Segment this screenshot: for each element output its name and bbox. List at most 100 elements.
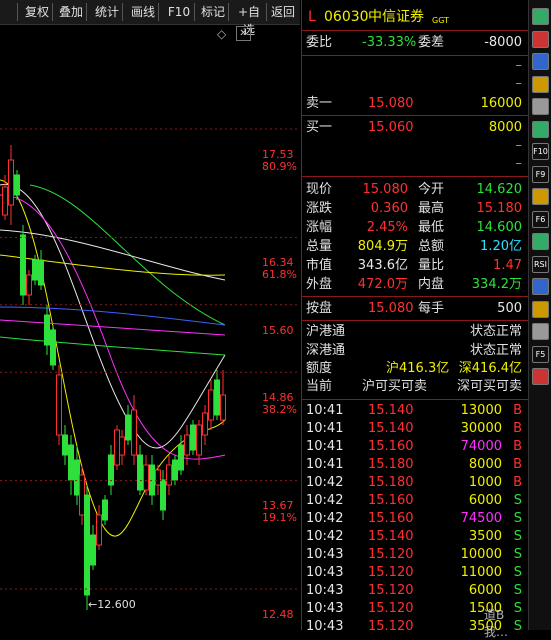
diamond-icon[interactable]: ◇ <box>217 27 226 41</box>
list-icon[interactable] <box>532 30 549 48</box>
low-price-annotation: ←12.600 <box>88 598 136 611</box>
candle-body <box>131 409 137 456</box>
candle-body <box>2 186 8 216</box>
lot-price-value: 15.080 <box>368 301 414 316</box>
chart-toolbar: 复权 叠加 统计 画线 F10 标记 +自选 返回 <box>0 0 300 37</box>
info-icon[interactable] <box>532 233 549 250</box>
bar-chart-icon[interactable] <box>532 120 549 138</box>
quote-value: 1.20亿 <box>480 239 522 254</box>
restore-rights-button[interactable]: 复权 <box>22 3 53 21</box>
candle-body <box>90 534 96 566</box>
pen-icon[interactable] <box>532 323 549 340</box>
tick-price: 15.120 <box>368 547 414 562</box>
candle-body <box>50 329 56 366</box>
add-watchlist-button[interactable]: +自选 <box>232 3 267 37</box>
candle-body <box>68 444 74 481</box>
quote-value: 804.9万 <box>357 239 408 254</box>
tick-time: 10:42 <box>306 511 344 526</box>
candle-body <box>166 464 172 486</box>
ask-label: 卖一 <box>306 96 333 111</box>
connect-status: 状态正常 <box>469 343 522 358</box>
quote-label: 外盘 <box>306 277 333 292</box>
back-button[interactable]: 返回 <box>268 3 298 21</box>
tick-time: 10:42 <box>306 475 344 490</box>
tick-time: 10:43 <box>306 601 344 616</box>
statistics-button[interactable]: 统计 <box>92 3 123 21</box>
watermark: 道B我… <box>484 608 509 639</box>
close-icon[interactable]: ✕ <box>236 26 251 41</box>
quote-label: 量比 <box>418 258 445 273</box>
f10-button[interactable]: F10 <box>164 3 195 21</box>
candle-body <box>220 394 226 421</box>
draw-line-button[interactable]: 画线 <box>128 3 159 21</box>
tick-price: 15.140 <box>368 529 414 544</box>
candle-body <box>160 479 166 511</box>
tradable-sh: 沪可买可卖 <box>362 379 428 394</box>
candle-body <box>102 499 108 521</box>
tick-time: 10:41 <box>306 403 344 418</box>
ma-line <box>0 336 226 356</box>
tradable-row: 当前 沪可买可卖 深可买可卖 <box>306 378 526 396</box>
tick-time: 10:41 <box>306 439 344 454</box>
tick-row: 10:43 15.120 10000 S <box>306 546 526 564</box>
tick-row: 10:42 15.140 3500 S <box>306 528 526 546</box>
quote-value: 14.600 <box>476 220 523 235</box>
candle-body <box>74 459 80 496</box>
quote-value: 1.47 <box>493 258 522 273</box>
f5-icon[interactable]: F5 <box>532 345 549 363</box>
crossed-icon[interactable] <box>532 278 549 295</box>
tick-row: 10:41 15.140 30000 B <box>306 420 526 438</box>
candle-body <box>38 259 44 286</box>
mark-button[interactable]: 标记 <box>198 3 229 21</box>
candle-body <box>44 314 50 346</box>
check-icon[interactable] <box>532 368 549 385</box>
tick-volume: 1000 <box>468 475 502 490</box>
tick-price: 15.140 <box>368 403 414 418</box>
f10-icon[interactable]: F10 <box>532 143 549 160</box>
candle-body <box>56 374 62 436</box>
ask-row: – <box>306 75 526 93</box>
tick-row: 10:41 15.180 8000 B <box>306 456 526 474</box>
tick-row: 10:42 15.160 6000 S <box>306 492 526 510</box>
tick-side: B <box>513 475 522 490</box>
move-icon[interactable] <box>532 300 549 318</box>
kline-svg <box>0 128 300 610</box>
table-icon[interactable] <box>532 53 549 70</box>
connect-status: 状态正常 <box>469 324 522 339</box>
tick-side: B <box>513 421 522 436</box>
tick-side: B <box>513 457 522 472</box>
candle-body <box>155 469 161 486</box>
fib-pct-label: 38.2% <box>262 403 297 416</box>
candle-body <box>14 174 20 196</box>
ma-line <box>0 319 226 336</box>
toolbar-handle <box>3 3 18 21</box>
rsi-icon[interactable]: RSI <box>532 255 549 273</box>
line-chart-icon[interactable] <box>532 75 549 93</box>
quote-row: 涨跌 0.360 最高 15.180 <box>306 200 526 218</box>
lot-size-label: 每手 <box>418 301 445 316</box>
lot-price-label: 按盘 <box>306 301 333 316</box>
quota-sz: 深416.4亿 <box>458 361 522 376</box>
overlay-button[interactable]: 叠加 <box>56 3 87 21</box>
tick-time: 10:41 <box>306 457 344 472</box>
order-ratio-row: 委比 -33.33% 委差 -8000 <box>306 34 526 52</box>
order-diff-label: 委差 <box>418 35 445 50</box>
low-price-value: 12.600 <box>97 598 136 611</box>
quote-label: 内盘 <box>418 277 445 292</box>
doc-icon[interactable] <box>532 188 549 205</box>
candle-chart-icon[interactable] <box>532 98 549 115</box>
grid-icon[interactable] <box>532 8 549 25</box>
tick-price: 15.120 <box>368 619 414 634</box>
stock-tag: GGT <box>432 16 449 25</box>
tick-price: 15.180 <box>368 457 414 472</box>
tick-price: 15.120 <box>368 601 414 616</box>
f6-icon[interactable]: F6 <box>532 210 549 228</box>
tick-time: 10:43 <box>306 583 344 598</box>
tradable-sz: 深可买可卖 <box>456 379 522 394</box>
kline-chart[interactable]: ◇ ✕ 17.53 80.9% 16.34 61.8% 15.60 14.86 … <box>0 25 300 630</box>
tick-volume: 30000 <box>460 421 502 436</box>
fib-pct-label: 61.8% <box>262 268 297 281</box>
f9-icon[interactable]: F9 <box>532 165 549 183</box>
candle-body <box>172 459 178 481</box>
tick-side: B <box>513 439 522 454</box>
